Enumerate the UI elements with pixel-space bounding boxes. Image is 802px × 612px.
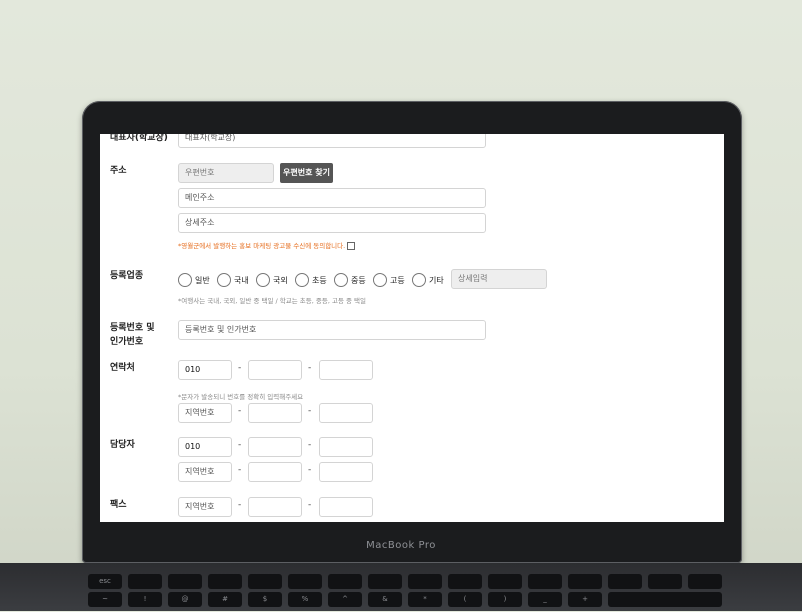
- key: [208, 574, 242, 589]
- radio-circle[interactable]: [373, 273, 387, 287]
- registration-type-label: 등록업종: [110, 271, 144, 281]
- radio-circle[interactable]: [295, 273, 309, 287]
- key-minus: _: [528, 592, 562, 607]
- dash: -: [238, 363, 242, 373]
- manager-mobile-prefix-input[interactable]: 010: [178, 437, 232, 457]
- key: [288, 574, 322, 589]
- radio-option-general[interactable]: 일반: [178, 273, 210, 287]
- key-delete: [608, 592, 722, 607]
- manager-phone-middle-input[interactable]: [248, 462, 302, 482]
- key: [368, 574, 402, 589]
- key-8: *: [408, 592, 442, 607]
- screen: 대표자(학교장) 대표자(학교장) 주소 우편번호 우편번호 찾기 메인주소 상…: [100, 134, 724, 522]
- radio-circle[interactable]: [178, 273, 192, 287]
- key-3: #: [208, 592, 242, 607]
- laptop-brand-label: MacBook Pro: [366, 540, 436, 551]
- registration-number-input[interactable]: 등록번호 및 인가번호: [178, 320, 486, 340]
- key: [488, 574, 522, 589]
- contact-note: *문자가 발송되니 번호를 정확히 입력해주세요: [178, 393, 304, 401]
- radio-label: 기타: [429, 275, 444, 285]
- key-0: ): [488, 592, 522, 607]
- fax-label: 팩스: [110, 500, 127, 510]
- representative-input[interactable]: 대표자(학교장): [178, 134, 486, 148]
- radio-label: 국내: [234, 275, 249, 285]
- dash: -: [238, 465, 242, 475]
- radio-circle[interactable]: [412, 273, 426, 287]
- manager-mobile-last-input[interactable]: [319, 437, 373, 457]
- radio-label: 일반: [195, 275, 210, 285]
- key-1: !: [128, 592, 162, 607]
- radio-option-other[interactable]: 기타: [412, 273, 444, 287]
- fax-last-input[interactable]: [319, 497, 373, 517]
- key-plus: +: [568, 592, 602, 607]
- radio-circle[interactable]: [334, 273, 348, 287]
- manager-area-code-input[interactable]: 지역번호: [178, 462, 232, 482]
- dash: -: [308, 500, 312, 510]
- representative-label: 대표자(학교장): [110, 134, 168, 143]
- key: [168, 574, 202, 589]
- registration-number-label-line2: 인가번호: [110, 337, 144, 347]
- registration-detail-input[interactable]: 상세입력: [451, 269, 547, 289]
- dash: -: [308, 465, 312, 475]
- contact-phone-last-input[interactable]: [319, 403, 373, 423]
- key: [248, 574, 282, 589]
- manager-phone-last-input[interactable]: [319, 462, 373, 482]
- fax-area-code-input[interactable]: 지역번호: [178, 497, 232, 517]
- main-address-input[interactable]: 메인주소: [178, 188, 486, 208]
- radio-circle[interactable]: [217, 273, 231, 287]
- key-2: @: [168, 592, 202, 607]
- key-power: [688, 574, 722, 589]
- radio-label: 초등: [312, 275, 327, 285]
- radio-label: 국외: [273, 275, 288, 285]
- key: [648, 574, 682, 589]
- marketing-consent-note: *영월군에서 발행하는 홍보 마케팅 광고물 수신에 동의합니다.: [178, 240, 356, 250]
- dash: -: [238, 440, 242, 450]
- marketing-consent-checkbox[interactable]: [347, 242, 356, 250]
- key-tilde: ~: [88, 592, 122, 607]
- keyboard: esc ~ ! @ # $ % ^ & * ( ) _ +: [88, 572, 728, 612]
- key-6: ^: [328, 592, 362, 607]
- radio-circle[interactable]: [256, 273, 270, 287]
- radio-option-overseas[interactable]: 국외: [256, 273, 288, 287]
- key-9: (: [448, 592, 482, 607]
- key-4: $: [248, 592, 282, 607]
- radio-option-domestic[interactable]: 국내: [217, 273, 249, 287]
- radio-label: 고등: [390, 275, 405, 285]
- radio-option-elementary[interactable]: 초등: [295, 273, 327, 287]
- fax-middle-input[interactable]: [248, 497, 302, 517]
- contact-area-code-input[interactable]: 지역번호: [178, 403, 232, 423]
- key: [128, 574, 162, 589]
- manager-mobile-middle-input[interactable]: [248, 437, 302, 457]
- key: [568, 574, 602, 589]
- contact-mobile-middle-input[interactable]: [248, 360, 302, 380]
- dash: -: [308, 440, 312, 450]
- key-esc: esc: [88, 574, 122, 589]
- contact-mobile-prefix-input[interactable]: 010: [178, 360, 232, 380]
- address-label: 주소: [110, 166, 127, 176]
- radio-option-middle[interactable]: 중등: [334, 273, 366, 287]
- key: [328, 574, 362, 589]
- dash: -: [308, 363, 312, 373]
- contact-label: 연락처: [110, 363, 135, 373]
- radio-option-high[interactable]: 고등: [373, 273, 405, 287]
- dash: -: [238, 406, 242, 416]
- radio-label: 중등: [351, 275, 366, 285]
- key-7: &: [368, 592, 402, 607]
- key: [408, 574, 442, 589]
- find-postal-code-button[interactable]: 우편번호 찾기: [280, 163, 333, 183]
- contact-phone-middle-input[interactable]: [248, 403, 302, 423]
- key: [608, 574, 642, 589]
- marketing-consent-text: *영월군에서 발행하는 홍보 마케팅 광고물 수신에 동의합니다.: [178, 242, 346, 250]
- detail-address-input[interactable]: 상세주소: [178, 213, 486, 233]
- manager-label: 담당자: [110, 440, 135, 450]
- registration-type-note: *여행사는 국내, 국외, 일반 중 택일 / 학교는 초등, 중등, 고등 중…: [178, 297, 366, 305]
- key: [448, 574, 482, 589]
- contact-mobile-last-input[interactable]: [319, 360, 373, 380]
- dash: -: [238, 500, 242, 510]
- dash: -: [308, 406, 312, 416]
- key-5: %: [288, 592, 322, 607]
- postal-code-input[interactable]: 우편번호: [178, 163, 274, 183]
- key: [528, 574, 562, 589]
